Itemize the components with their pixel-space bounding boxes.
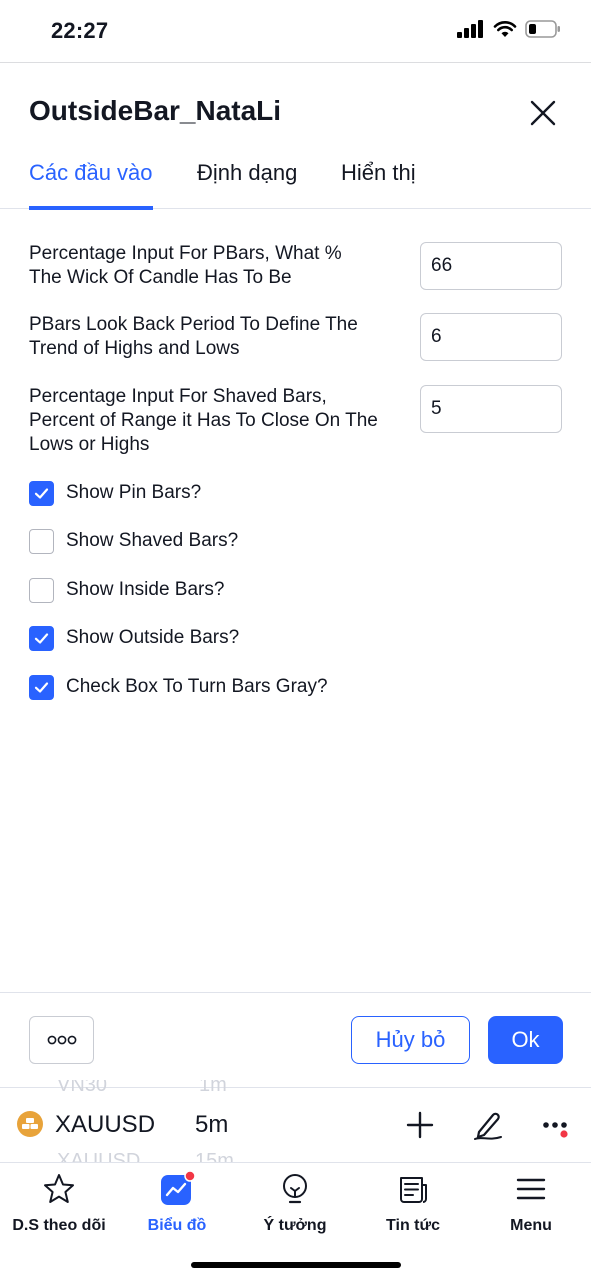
plus-icon: [406, 1111, 434, 1139]
nav-item-ideas[interactable]: Ý tưởng: [236, 1171, 354, 1235]
ghost-interval-text: 1m: [199, 1080, 227, 1096]
home-indicator: [191, 1262, 401, 1268]
shaved-bars-percent-input[interactable]: [420, 385, 562, 433]
show-pin-bars-checkbox[interactable]: [29, 480, 54, 506]
ghost-interval-above: 1m: [199, 1080, 227, 1098]
more-horizontal-icon: [47, 1035, 76, 1045]
turn-bars-gray-checkbox[interactable]: [29, 674, 54, 700]
checkmark-icon: [34, 632, 49, 644]
show-inside-bars-checkbox[interactable]: [29, 577, 54, 603]
nav-label: Biểu đồ: [147, 1217, 207, 1234]
lightbulb-icon: [277, 1171, 313, 1207]
symbol-bar: XAUUSD 5m: [0, 1100, 591, 1150]
interval-selector[interactable]: 5m: [195, 1111, 228, 1139]
checkbox-label: Show Inside Bars?: [66, 579, 225, 600]
news-icon: [395, 1171, 431, 1207]
turn-bars-gray-option[interactable]: Check Box To Turn Bars Gray?: [29, 674, 328, 700]
close-icon: [530, 100, 556, 126]
show-outside-bars-option[interactable]: Show Outside Bars?: [29, 625, 239, 651]
tab-bar: Các đầu vào Định dạng Hiển thị: [0, 150, 591, 210]
more-options-button[interactable]: [29, 1016, 94, 1064]
setting-label-pbars-wick: Percentage Input For PBars, What % The W…: [29, 243, 342, 288]
battery-icon: [525, 20, 560, 38]
close-button[interactable]: [526, 96, 560, 130]
checkmark-icon: [34, 487, 49, 499]
dialog-title: OutsideBar_NataLi: [29, 95, 282, 126]
nav-label: Menu: [510, 1217, 552, 1234]
status-icons: [457, 20, 561, 38]
drawing-tools-button[interactable]: [471, 1108, 505, 1142]
gold-bars-icon: [17, 1111, 43, 1137]
status-time: 22:27: [51, 18, 109, 43]
nav-item-watchlist[interactable]: D.S theo dõi: [0, 1171, 118, 1235]
cancel-button[interactable]: Hủy bỏ: [351, 1016, 470, 1064]
ghost-symbol-above: VN30: [57, 1080, 107, 1098]
tab-inputs[interactable]: Các đầu vào: [29, 160, 153, 210]
chart-icon: [159, 1170, 196, 1207]
nav-label: D.S theo dõi: [12, 1217, 106, 1234]
tab-style[interactable]: Định dạng: [197, 160, 297, 208]
star-icon: [41, 1171, 77, 1207]
more-menu-button[interactable]: [540, 1108, 574, 1142]
checkbox-label: Show Shaved Bars?: [66, 530, 239, 551]
pbars-lookback-input[interactable]: [420, 313, 562, 361]
more-dots-icon: [543, 1122, 568, 1138]
nav-item-menu[interactable]: Menu: [472, 1171, 590, 1235]
show-inside-bars-option[interactable]: Show Inside Bars?: [29, 577, 224, 603]
nav-item-chart[interactable]: Biểu đồ: [118, 1170, 236, 1235]
checkbox-label: Check Box To Turn Bars Gray?: [66, 676, 328, 697]
show-pin-bars-option[interactable]: Show Pin Bars?: [29, 480, 201, 506]
show-shaved-bars-checkbox[interactable]: [29, 528, 54, 554]
symbol-name[interactable]: XAUUSD: [55, 1111, 155, 1139]
cellular-signal-icon: [457, 20, 483, 38]
show-outside-bars-checkbox[interactable]: [29, 625, 54, 651]
ok-button[interactable]: Ok: [488, 1016, 563, 1064]
checkbox-label: Show Outside Bars?: [66, 627, 240, 648]
setting-label-shaved-percent: Percentage Input For Shaved Bars, Percen…: [29, 386, 378, 455]
menu-icon: [513, 1171, 549, 1207]
checkmark-icon: [34, 681, 49, 693]
pen-icon: [474, 1112, 502, 1140]
setting-label-pbars-lookback: PBars Look Back Period To Define The Tre…: [29, 314, 358, 359]
status-bar: 22:27: [0, 0, 591, 62]
add-button[interactable]: [403, 1108, 437, 1142]
ghost-symbol-text: VN30: [57, 1080, 108, 1096]
checkbox-label: Show Pin Bars?: [66, 482, 202, 503]
footer-divider: [0, 992, 591, 993]
nav-label: Tin tức: [386, 1217, 440, 1234]
wifi-icon: [493, 21, 517, 37]
nav-item-news[interactable]: Tin tức: [354, 1171, 472, 1235]
top-divider: [0, 62, 591, 63]
show-shaved-bars-option[interactable]: Show Shaved Bars?: [29, 528, 238, 554]
nav-label: Ý tưởng: [263, 1217, 327, 1234]
tab-visibility[interactable]: Hiển thị: [341, 160, 416, 208]
pbars-wick-percent-input[interactable]: [420, 242, 562, 290]
